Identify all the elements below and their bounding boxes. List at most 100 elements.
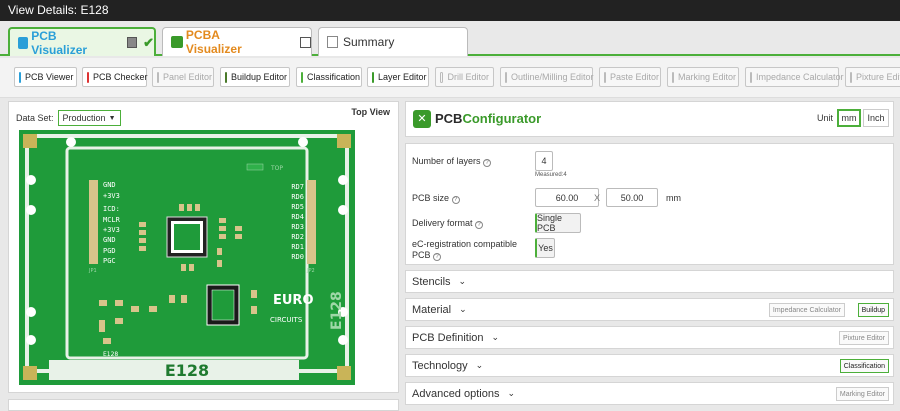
impedance-calculator-mini-button[interactable]: Impedance Calculator (768, 303, 845, 317)
buildup-mini-button[interactable]: Buildup (857, 303, 889, 317)
svg-text:RD1: RD1 (291, 243, 304, 251)
tab-checkbox[interactable] (300, 36, 311, 48)
layers-measured: Measured:4 (535, 172, 567, 178)
help-icon[interactable]: ? (483, 159, 492, 167)
configurator-header: ✕ PCBConfigurator Unit mm Inch (405, 101, 894, 137)
marking-editor-button[interactable]: Marking Editor (667, 67, 739, 87)
svg-text:MCLR: MCLR (103, 216, 121, 224)
mount-hole (26, 335, 36, 345)
view-side-label: Top View (351, 107, 390, 117)
size-x-input[interactable]: 60.00 (535, 188, 599, 207)
layers-label: Number of layers ? (412, 156, 492, 167)
mount-hole (338, 205, 348, 215)
marking-editor-mini-button[interactable]: Marking Editor (835, 387, 889, 401)
silk-vertical-name: E128 (329, 291, 345, 330)
size-unit: mm (666, 193, 681, 203)
svg-text:PGD: PGD (103, 247, 116, 255)
svg-text:PGC: PGC (103, 257, 116, 265)
panel-icon (157, 71, 159, 83)
svg-text:ICD:: ICD: (103, 205, 120, 213)
section-pcb-definition[interactable]: PCB Definition ⌄ Pixture Editor (405, 326, 894, 349)
mount-hole (26, 205, 36, 215)
dataset-selector: Data Set: Production ▼ (16, 110, 121, 126)
tools-icon: ✕ (413, 110, 431, 128)
buildup-editor-button[interactable]: Buildup Editor (220, 67, 290, 87)
silk-top-text: TOP (270, 165, 283, 172)
delivery-label: Delivery format ? (412, 218, 484, 229)
unit-inch-button[interactable]: Inch (863, 109, 889, 127)
dataset-dropdown[interactable]: Production ▼ (57, 110, 121, 126)
size-y-input[interactable]: 50.00 (606, 188, 658, 207)
pcba-visualizer-logo: PCBA Visualizer (171, 28, 278, 56)
pcb-visualizer-logo: PCB Visualizer (18, 29, 103, 57)
svg-text:RD5: RD5 (291, 203, 304, 211)
outline-milling-editor-button[interactable]: Outline/Milling Editor (500, 67, 594, 87)
tab-pcb-visualizer[interactable]: PCB Visualizer ✔ (8, 27, 156, 57)
paste-icon (604, 71, 606, 83)
chevron-down-icon: ⌄ (459, 304, 467, 314)
impedance-calculator-button[interactable]: Impedance Calculator (745, 67, 844, 87)
svg-text:+3V3: +3V3 (103, 192, 120, 200)
mount-hole (338, 175, 348, 185)
layer-icon (372, 71, 374, 83)
board-name-text: E128 (165, 361, 209, 380)
buildup-icon (225, 71, 227, 83)
pixture-icon (850, 71, 852, 83)
viewer-icon (19, 71, 21, 83)
pcb-checker-button[interactable]: PCB Checker (82, 67, 148, 87)
section-material[interactable]: Material ⌄ Impedance Calculator Buildup (405, 298, 894, 321)
pcb-board-render[interactable]: TOP GND +3V3 ICD: MCLR +3V3 GND PGD PGC … (19, 130, 355, 385)
svg-text:RD6: RD6 (291, 193, 304, 201)
silk-brand-bottom: CIRCUITS (270, 316, 303, 324)
unit-label: Unit (817, 113, 834, 123)
fiducial-bottom-left (23, 366, 37, 380)
drill-editor-button[interactable]: Drill Editor (435, 67, 494, 87)
configurator-logo: PCBConfigurator (435, 111, 542, 126)
tab-checkbox[interactable] (127, 37, 138, 48)
mount-hole (66, 137, 76, 147)
section-stencils[interactable]: Stencils ⌄ (405, 270, 894, 293)
classification-mini-button[interactable]: Classification (839, 359, 889, 373)
size-label: PCB size ? (412, 193, 460, 204)
configurator-form: Number of layers ? 4 Measured:4 PCB size… (405, 143, 894, 265)
size-separator: X (594, 193, 601, 203)
svg-text:+3V3: +3V3 (103, 226, 120, 234)
help-icon[interactable]: ? (433, 253, 442, 261)
layer-editor-button[interactable]: Layer Editor (367, 67, 429, 87)
chevron-down-icon: ⌄ (491, 332, 500, 342)
paste-editor-button[interactable]: Paste Editor (599, 67, 661, 87)
jp1-label: JP1 (88, 268, 97, 274)
tab-pcba-visualizer[interactable]: PCBA Visualizer (162, 27, 312, 56)
right-header (307, 180, 316, 264)
help-icon[interactable]: ? (451, 196, 460, 204)
section-technology[interactable]: Technology ⌄ Classification (405, 354, 894, 377)
editor-toolbar: PCB Viewer PCB Checker Panel Editor Buil… (0, 58, 900, 98)
chevron-down-icon: ⌄ (458, 276, 467, 286)
pcb-viewer-button[interactable]: PCB Viewer (14, 67, 77, 87)
driver-chip-outline (211, 289, 235, 321)
layers-input[interactable]: 4 (535, 151, 553, 171)
svg-text:RD3: RD3 (291, 223, 304, 231)
caret-down-icon: ▼ (108, 114, 116, 122)
unit-mm-button[interactable]: mm (837, 109, 861, 127)
classification-button[interactable]: Classification (296, 67, 362, 87)
pixture-editor-mini-button[interactable]: Pixture Editor (838, 331, 889, 345)
outline-icon (505, 71, 507, 83)
impedance-icon (750, 71, 752, 83)
chevron-down-icon: ⌄ (475, 360, 484, 370)
delivery-format-button[interactable]: Single PCB (535, 213, 581, 233)
ereg-yes-button[interactable]: Yes (535, 238, 555, 258)
fiducial-top-left (23, 134, 37, 148)
document-icon (327, 36, 338, 48)
pixture-editor-button[interactable]: Pixture Editor (845, 67, 900, 87)
svg-text:RD4: RD4 (291, 213, 304, 221)
svg-text:RD7: RD7 (291, 183, 304, 191)
window-title: View Details: E128 (0, 0, 900, 21)
tab-summary[interactable]: Summary (318, 27, 468, 56)
panel-editor-button[interactable]: Panel Editor (152, 67, 214, 87)
help-icon[interactable]: ? (475, 221, 484, 229)
pcb-viewer-panel: Data Set: Production ▼ Top View TOP GND … (8, 101, 399, 393)
silk-brand-top: EURO (273, 293, 314, 308)
section-advanced-options[interactable]: Advanced options ⌄ Marking Editor (405, 382, 894, 405)
ereg-label-line-2: PCB ? (412, 250, 442, 261)
